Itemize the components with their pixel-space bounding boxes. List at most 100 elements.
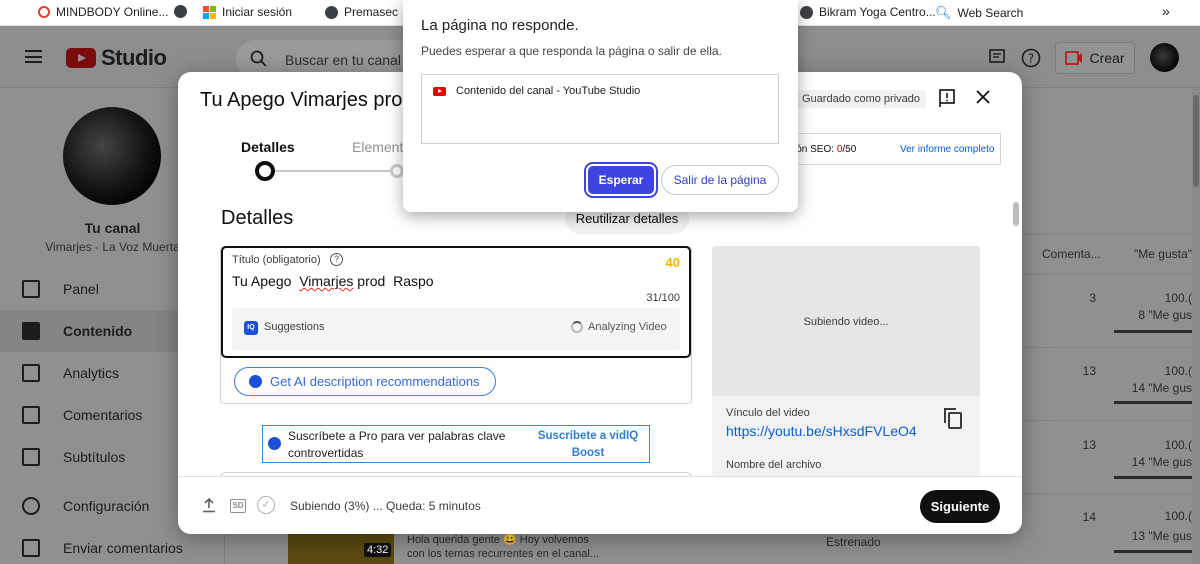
step-progress-line [275,170,391,172]
table-cell-likes-count: 14 "Me gus [1131,381,1192,395]
uploading-status: Subiendo video... [803,316,889,328]
video-status: Estrenado [826,535,881,549]
wait-button[interactable]: Esperar [588,166,654,194]
comments-icon [22,406,40,424]
dialog-title: Tu Apego Vimarjes prod R [200,89,434,111]
exit-page-button[interactable]: Salir de la página [661,165,779,195]
table-cell-likes: 100.( [1164,364,1192,378]
sidebar-item-label: Panel [63,281,99,297]
search-icon: 🔍︎ [935,5,952,20]
help-icon[interactable]: ? [330,253,343,266]
account-avatar[interactable] [1150,43,1179,72]
bookmark-label: MINDBODY Online... [56,5,169,19]
bookmark-label: Iniciar sesión [222,5,293,19]
settings-icon [22,497,40,515]
help-icon[interactable]: ? [1021,48,1041,68]
feedback-icon [22,539,40,557]
search-icon [250,50,267,67]
analytics-icon [22,364,40,382]
saved-status-badge: Guardado como privado [796,90,927,108]
list-item: Contenido del canal - YouTube Studio [433,85,640,97]
table-cell-likes-count: 14 "Me gus [1131,455,1192,469]
vidiq-pro-banner: Suscríbete a Pro para ver palabras clave… [262,425,650,463]
video-duration: 4:32 [364,543,392,557]
vidiq-icon [268,437,281,450]
video-description-preview: Hola querida gente 😀 Hoy volvemos con lo… [407,533,599,561]
content-icon [22,322,40,340]
step-elements-indicator [390,164,404,178]
analyzing-status: Analyzing Video [588,321,667,333]
next-button[interactable]: Siguiente [920,490,1000,523]
dashboard-icon [22,280,40,298]
sidebar-item-label: Enviar comentarios [63,540,183,556]
bookmark-label: Bikram Yoga Centro... [819,5,936,19]
bookmark-globe[interactable] [174,5,187,18]
table-cell-likes: 100.( [1164,438,1192,452]
suggestions-label: Suggestions [264,321,325,333]
step-details-indicator [255,161,275,181]
likes-ratio-bar [1114,550,1200,553]
video-link-label: Vínculo del video [726,407,810,419]
create-video-icon [1065,51,1083,65]
close-icon[interactable] [974,88,992,106]
sidebar-item-label: Analytics [63,365,120,381]
table-cell-likes-count: 13 "Me gus [1131,529,1192,543]
report-issue-icon[interactable] [938,88,956,108]
bookmark-mindbody[interactable]: MINDBODY Online... [38,5,168,19]
search-placeholder: Buscar en tu canal [285,52,401,68]
table-cell-comments: 3 [1089,291,1096,305]
title-score: 40 [665,255,680,270]
copy-icon[interactable] [944,408,962,429]
sidebar-item-label: Configuración [63,498,150,514]
ai-button-label: Get AI description recommendations [270,374,480,389]
create-button[interactable]: Crear [1055,42,1135,74]
likes-ratio-bar [1114,401,1200,404]
vidiq-icon [249,375,262,388]
subtitles-icon [22,448,40,466]
bookmark-premasec[interactable]: Premasec [325,5,398,19]
vidiq-icon: IQ [244,321,258,335]
suggestions-row: IQ Suggestions Analyzing Video [232,308,680,350]
loading-spinner-icon [571,321,583,333]
menu-icon[interactable] [25,50,42,63]
ai-description-button[interactable]: Get AI description recommendations [234,367,496,396]
sidebar-item-label: Subtítulos [63,449,126,465]
channel-avatar[interactable] [63,107,161,205]
bookmark-label: Web Search [957,6,1024,20]
title-field-label: Título (obligatorio) [232,254,321,266]
bookmark-iniciar-sesion[interactable]: Iniciar sesión [203,5,292,19]
table-cell-comments: 14 [1082,510,1096,524]
pro-banner-text: Suscríbete a Pro para ver palabras clave… [288,429,506,460]
table-cell-likes: 100.( [1164,509,1192,523]
step-details-label[interactable]: Detalles [241,139,295,155]
video-link[interactable]: https://youtu.be/sHxsdFVLeO4 [726,423,917,439]
sidebar-item-label: Comentarios [63,407,143,423]
sd-quality-icon: SD [230,499,246,513]
description-line: Hola querida gente 😀 Hoy volvemos [407,534,589,546]
more-bookmarks-chevron-icon[interactable]: » [1162,3,1170,19]
section-heading: Detalles [221,207,294,229]
description-line: con los temas recurrentes en el canal... [407,548,599,560]
column-header-comments[interactable]: Comenta... [1042,247,1101,261]
column-header-likes[interactable]: "Me gusta" ( [1134,247,1199,261]
bookmark-web-search[interactable]: 🔍︎ Web Search [935,5,1023,21]
likes-ratio-bar [1114,330,1200,333]
globe-icon [325,5,338,19]
studio-logo[interactable]: Studio [66,45,167,71]
title-input-value[interactable]: Tu Apego Vimarjes prod Raspo [232,273,434,289]
microsoft-icon [203,5,216,19]
page-scrollbar-thumb[interactable] [1193,95,1199,187]
help-messages-icon[interactable] [988,48,1006,66]
seo-full-report-link[interactable]: Ver informe completo [900,144,995,155]
table-cell-likes-count: 8 "Me gus [1138,308,1192,322]
dialog-scrollbar[interactable] [1013,202,1019,226]
globe-icon [800,5,813,19]
bookmark-label: Premasec [344,5,399,19]
sidebar-item-label: Contenido [63,323,133,339]
bookmark-bikram[interactable]: Bikram Yoga Centro... [800,5,936,19]
title-field[interactable]: Título (obligatorio) ? 40 Tu Apego Vimar… [221,246,691,358]
table-cell-comments: 13 [1082,364,1096,378]
table-cell-likes: 100.( [1164,291,1192,305]
logo-text: Studio [101,45,167,70]
vidiq-boost-link[interactable]: Suscríbete a vidIQ Boost [533,428,643,462]
